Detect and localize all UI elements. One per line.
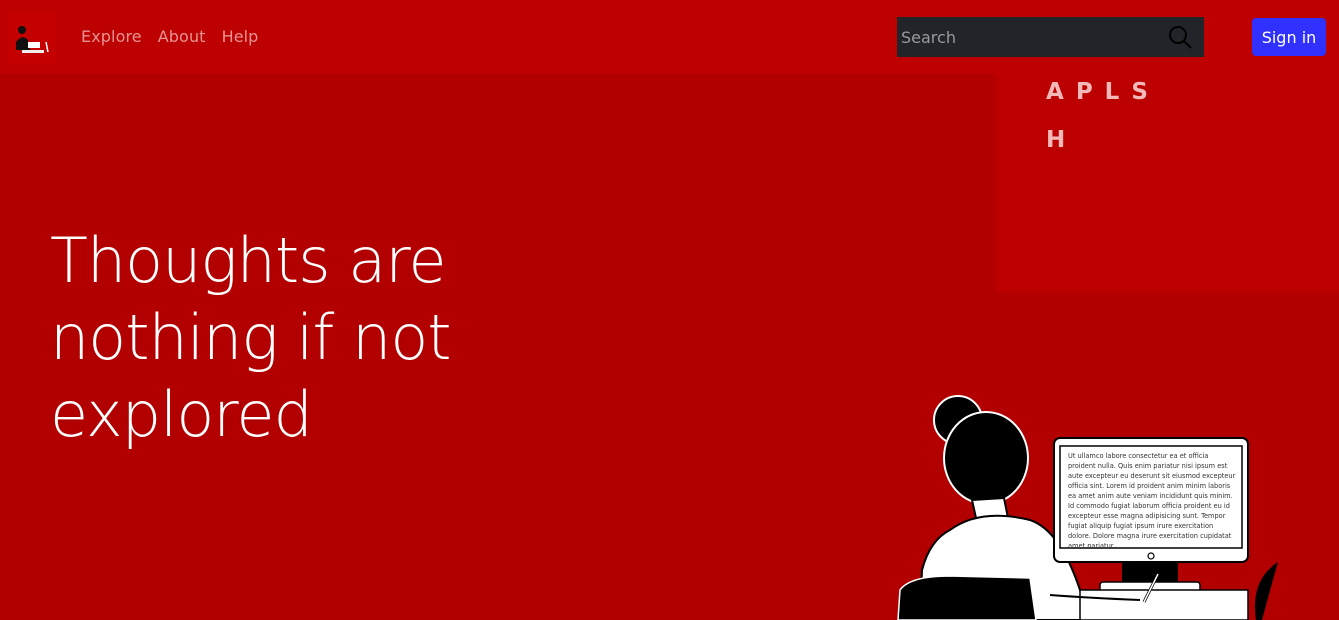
logo[interactable] [8, 12, 56, 64]
search-input[interactable] [897, 17, 1204, 57]
tag-list: A P L S H [1046, 79, 1150, 175]
signin-button[interactable]: Sign in [1252, 18, 1326, 56]
logo-illustration-icon [16, 26, 49, 53]
tag-a[interactable]: A [1046, 79, 1066, 105]
nav-help-link[interactable]: Help [222, 27, 259, 46]
hero-title: Thoughts are nothing if not explored [50, 224, 452, 451]
navbar: Explore About Help Sign in [0, 0, 1339, 74]
tag-h[interactable]: H [1046, 127, 1067, 153]
tag-p[interactable]: P [1076, 79, 1095, 105]
search-icon[interactable] [1168, 25, 1192, 49]
nav-about-link[interactable]: About [158, 27, 206, 46]
screen-lorem-text: Ut ullamco labore consectetur ea et offi… [1068, 452, 1236, 547]
tag-s[interactable]: S [1131, 79, 1150, 105]
tag-l[interactable]: L [1105, 79, 1122, 105]
nav-explore-link[interactable]: Explore [81, 27, 142, 46]
search-box [897, 17, 1204, 57]
